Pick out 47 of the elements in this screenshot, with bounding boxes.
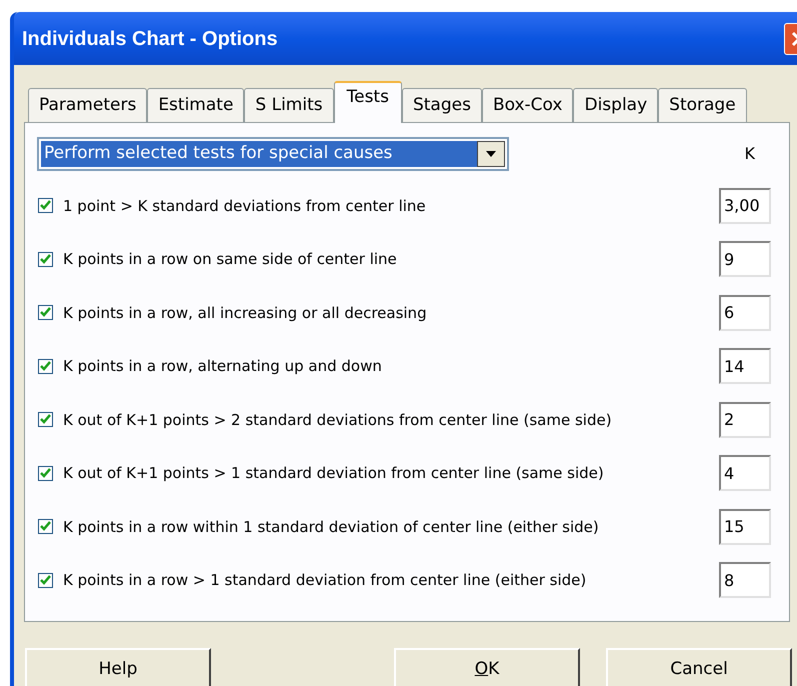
cancel-button[interactable]: Cancel [606,648,792,686]
checkbox[interactable] [38,412,53,428]
tab[interactable]: Tests [334,81,402,123]
test-label: K points in a row within 1 standard deviation of center line (either side) [63,516,599,538]
ok-button[interactable]: OK [394,648,580,686]
test-label: K out of K+1 points > 1 standard deviation from center line (same side) [63,463,604,484]
tab[interactable]: S Limits [244,88,334,122]
k-value-field[interactable]: 14 [719,348,771,384]
k-value-field[interactable]: 15 [719,508,771,545]
k-value-field[interactable]: 2 [719,402,771,438]
checkbox[interactable] [38,305,53,320]
check-icon [40,574,51,586]
check-icon [40,468,51,479]
test-mode-dropdown[interactable]: Perform selected tests for special causes [37,137,509,171]
tab[interactable]: Parameters [28,88,148,122]
test-label: K points in a row, alternating up and down [63,356,382,377]
help-button[interactable]: Help [25,648,211,686]
k-value-field[interactable]: 9 [719,241,771,278]
test-label: 1 point > K standard deviations from center line [63,196,426,216]
check-icon [40,307,51,318]
check-icon [40,254,51,265]
check-icon [40,200,51,212]
check-icon [40,414,51,426]
tab[interactable]: Storage [658,88,747,122]
checkbox[interactable] [38,572,53,588]
check-icon [40,521,51,532]
checkbox[interactable] [38,358,53,374]
k-value-field[interactable]: 8 [719,562,771,598]
tab[interactable]: Display [573,88,658,122]
k-value-field[interactable]: 4 [719,455,771,492]
test-label: K points in a row > 1 standard deviation from center line (either side) [63,570,586,591]
tab[interactable]: Stages [402,88,482,122]
test-label: K points in a row, all increasing or all decreasing [63,302,427,324]
checkbox[interactable] [38,198,53,214]
dropdown-arrow-icon [485,150,497,158]
test-label: K out of K+1 points > 2 standard deviations from center line (same side) [63,410,612,430]
k-column-header: K [744,143,755,165]
tab[interactable]: Estimate [147,88,244,122]
k-value-field[interactable]: 6 [719,294,771,331]
checkbox[interactable] [38,466,53,481]
tab[interactable]: Box-Cox [482,88,574,122]
checkbox[interactable] [38,252,53,267]
check-icon [40,360,51,372]
checkbox[interactable] [38,519,53,534]
test-label: K points in a row on same side of center line [63,249,397,270]
k-value-field[interactable]: 3,00 [719,188,771,224]
window-title: Individuals Chart - Options [22,26,278,52]
